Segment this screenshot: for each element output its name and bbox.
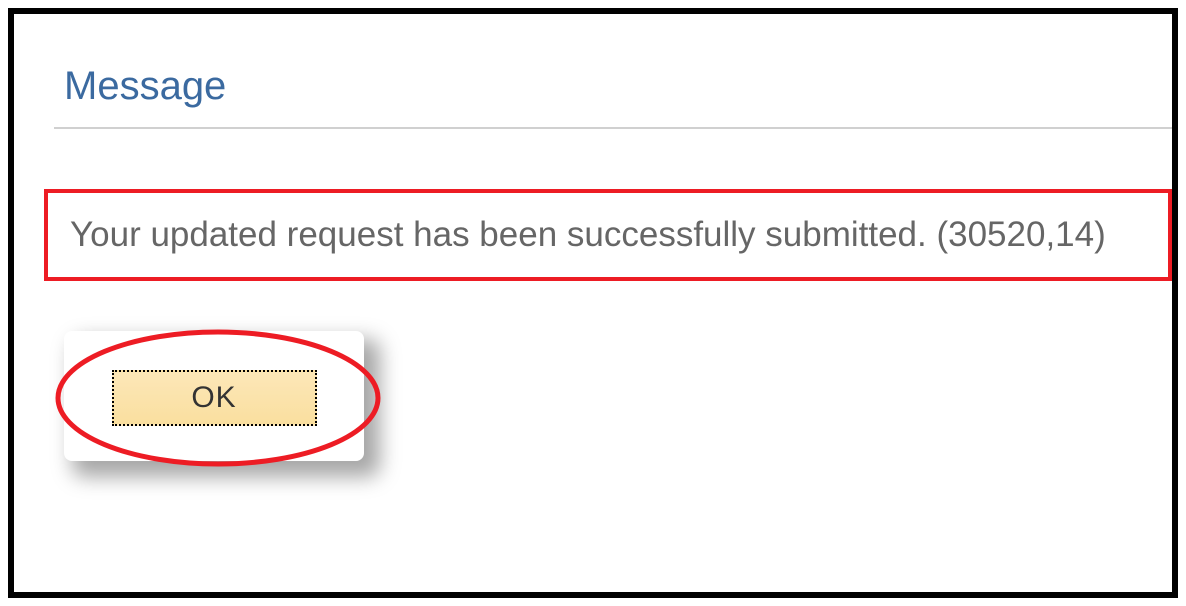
title-divider xyxy=(54,127,1172,129)
message-text: Your updated request has been successful… xyxy=(70,215,1146,255)
message-highlight-box: Your updated request has been successful… xyxy=(44,189,1172,281)
dialog-content: Message Your updated request has been su… xyxy=(14,14,1172,592)
button-panel: OK xyxy=(64,331,364,461)
button-area: OK xyxy=(54,321,414,481)
ok-button[interactable]: OK xyxy=(112,370,317,426)
dialog-title: Message xyxy=(64,64,1152,109)
dialog-frame: Message Your updated request has been su… xyxy=(8,8,1178,598)
